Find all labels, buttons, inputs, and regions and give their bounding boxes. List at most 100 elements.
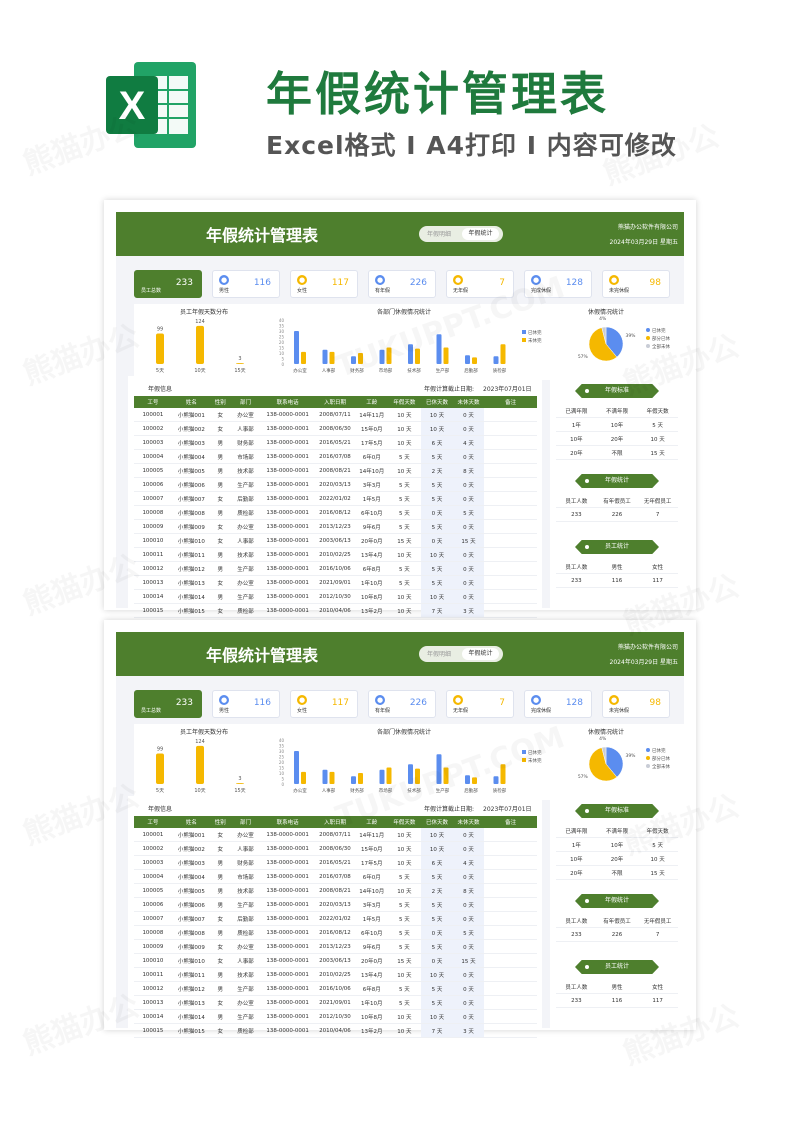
summary-cell: 1年 (556, 417, 597, 432)
table-cell: 10 天 (421, 589, 453, 604)
table-cell: 0 天 (452, 547, 485, 562)
table-cell: 7 天 (421, 603, 453, 618)
table-row[interactable]: 100007 小熊猫007 女后勤部 138-0000-0001 2022/01/02 1… (134, 911, 537, 926)
check-icon: ● (531, 275, 541, 285)
table-row[interactable]: 100003 小熊猫003 男财务部 138-0000-0001 2016/05/21 1… (134, 435, 537, 450)
column-header[interactable]: 联系电话 (261, 816, 314, 828)
tab-stats[interactable]: 年假统计 (462, 228, 499, 240)
tab-detail[interactable]: 年假明细 (427, 649, 451, 658)
table-cell: 生产部 (229, 897, 262, 912)
table-row[interactable]: 100009 小熊猫009 女办公室 138-0000-0001 2013/12/23 9… (134, 519, 537, 534)
column-header[interactable]: 性别 (210, 816, 230, 828)
slice-label: 39% (625, 753, 636, 759)
table-row[interactable]: 100001 小熊猫001 女办公室 138-0000-0001 2008/07/11 1… (134, 828, 537, 842)
chart-title: 休假情况统计 (588, 308, 624, 316)
column-header[interactable]: 已休天数 (421, 816, 453, 828)
column-header[interactable]: 工号 (134, 816, 172, 828)
table-row[interactable]: 100006 小熊猫006 男生产部 138-0000-0001 2020/03/13 3… (134, 897, 537, 912)
table-cell: 女 (210, 519, 230, 534)
table-cell: 2016/07/08 (313, 449, 356, 464)
table-cell: 0 天 (452, 408, 485, 422)
column-header[interactable]: 未休天数 (452, 396, 485, 408)
table-row[interactable]: 100009 小熊猫009 女办公室 138-0000-0001 2013/12/23 9… (134, 939, 537, 954)
employee-table-panel: 年假信息 年假计算截止日期: 2023年07月01日 工号 姓名 性别 部门 联系电话入… (128, 376, 542, 618)
column-header[interactable]: 入职日期 (313, 816, 356, 828)
table-row[interactable]: 100002 小熊猫002 女人事部 138-0000-0001 2008/06/30 1… (134, 421, 537, 436)
table-row[interactable]: 100012 小熊猫012 男生产部 138-0000-0001 2016/10/06 6… (134, 561, 537, 576)
column-header[interactable]: 年假天数 (387, 816, 422, 828)
legend-swatch (646, 328, 650, 332)
table-cell: 10 天 (421, 547, 453, 562)
column-header[interactable]: 联系电话 (261, 396, 314, 408)
table-cell: 138-0000-0001 (261, 408, 314, 422)
section-ribbon: 员工统计 (575, 540, 659, 554)
table-cell (484, 925, 537, 940)
column-header[interactable]: 工龄 (355, 396, 388, 408)
table-cell: 100014 (134, 1009, 172, 1024)
table-row[interactable]: 100010 小熊猫010 女人事部 138-0000-0001 2003/06/13 2… (134, 953, 537, 968)
column-header[interactable]: 性别 (210, 396, 230, 408)
table-row[interactable]: 100015 小熊猫015 女质检部 138-0000-0001 2010/04/06 1… (134, 1023, 537, 1038)
table-cell: 男 (210, 897, 230, 912)
company-name: 熊猫办公软件有限公司 (617, 644, 678, 651)
table-cell: 女 (210, 603, 230, 618)
column-header[interactable]: 姓名 (171, 816, 211, 828)
table-cell: 100003 (134, 855, 172, 870)
table-row[interactable]: 100003 小熊猫003 男财务部 138-0000-0001 2016/05/21 1… (134, 855, 537, 870)
legend-label: 未休完 (528, 337, 542, 344)
table-row[interactable]: 100013 小熊猫013 女办公室 138-0000-0001 2021/09/01 1… (134, 575, 537, 590)
table-row[interactable]: 100013 小熊猫013 女办公室 138-0000-0001 2021/09/01 1… (134, 995, 537, 1010)
table-row[interactable]: 100010 小熊猫010 女人事部 138-0000-0001 2003/06/13 2… (134, 533, 537, 548)
table-row[interactable]: 100015 小熊猫015 女质检部 138-0000-0001 2010/04/06 1… (134, 603, 537, 618)
table-row[interactable]: 100004 小熊猫004 男市场部 138-0000-0001 2016/07/08 6… (134, 449, 537, 464)
column-header[interactable]: 姓名 (171, 396, 211, 408)
table-row[interactable]: 100007 小熊猫007 女后勤部 138-0000-0001 2022/01/02 1… (134, 491, 537, 506)
summary-cell: 116 (596, 573, 638, 588)
table-row[interactable]: 100011 小熊猫011 男技术部 138-0000-0001 2010/02/25 1… (134, 547, 537, 562)
tab-stats[interactable]: 年假统计 (462, 648, 499, 660)
table-cell (484, 897, 537, 912)
table-row[interactable]: 100014 小熊猫014 男生产部 138-0000-0001 2012/10/30 1… (134, 1009, 537, 1024)
column-header[interactable]: 年假天数 (387, 396, 422, 408)
tab-detail[interactable]: 年假明细 (427, 229, 451, 238)
table-cell: 15 天 (387, 953, 422, 968)
table-row[interactable]: 100011 小熊猫011 男技术部 138-0000-0001 2010/02/25 1… (134, 967, 537, 982)
view-toggle[interactable]: 年假明细 年假统计 (419, 646, 503, 662)
table-row[interactable]: 100001 小熊猫001 女办公室 138-0000-0001 2008/07/11 1… (134, 408, 537, 422)
table-cell: 6年8月 (355, 561, 388, 576)
view-toggle[interactable]: 年假明细 年假统计 (419, 226, 503, 242)
y-tick-label: 5 (281, 777, 284, 782)
column-header[interactable]: 备注 (484, 816, 537, 828)
bar (351, 776, 356, 784)
summary-row: 20年 不限 15 天 (556, 865, 678, 880)
summary-cell: 15 天 (637, 865, 678, 880)
table-row[interactable]: 100004 小熊猫004 男市场部 138-0000-0001 2016/07/08 6… (134, 869, 537, 884)
column-header[interactable]: 部门 (229, 396, 262, 408)
table-row[interactable]: 100002 小熊猫002 女人事部 138-0000-0001 2008/06/30 1… (134, 841, 537, 856)
section-title: 员工统计 (604, 963, 629, 970)
bar (408, 764, 413, 784)
table-cell: 10年8月 (355, 589, 388, 604)
table-row[interactable]: 100006 小熊猫006 男生产部 138-0000-0001 2020/03/13 3… (134, 477, 537, 492)
table-row[interactable]: 100012 小熊猫012 男生产部 138-0000-0001 2016/10/06 6… (134, 981, 537, 996)
column-header[interactable]: 已休天数 (421, 396, 453, 408)
table-cell: 小熊猫008 (171, 925, 211, 940)
table-row[interactable]: 100008 小熊猫008 男质检部 138-0000-0001 2016/08/12 6… (134, 925, 537, 940)
summary-cell: 116 (596, 993, 638, 1008)
table-cell (484, 505, 537, 520)
column-header[interactable]: 未休天数 (452, 816, 485, 828)
table-row[interactable]: 100005 小熊猫005 男技术部 138-0000-0001 2008/08/21 1… (134, 883, 537, 898)
column-header[interactable]: 工号 (134, 396, 172, 408)
table-cell: 2008/07/11 (313, 408, 356, 422)
column-header[interactable]: 部门 (229, 816, 262, 828)
table-row[interactable]: 100008 小熊猫008 男质检部 138-0000-0001 2016/08/12 6… (134, 505, 537, 520)
bar (465, 355, 470, 364)
table-cell: 100004 (134, 449, 172, 464)
table-cell: 10 天 (387, 883, 422, 898)
column-header[interactable]: 备注 (484, 396, 537, 408)
table-row[interactable]: 100005 小熊猫005 男技术部 138-0000-0001 2008/08/21 1… (134, 463, 537, 478)
table-row[interactable]: 100014 小熊猫014 男生产部 138-0000-0001 2012/10/30 1… (134, 589, 537, 604)
column-header[interactable]: 入职日期 (313, 396, 356, 408)
table-cell: 2013/12/23 (313, 939, 356, 954)
column-header[interactable]: 工龄 (355, 816, 388, 828)
